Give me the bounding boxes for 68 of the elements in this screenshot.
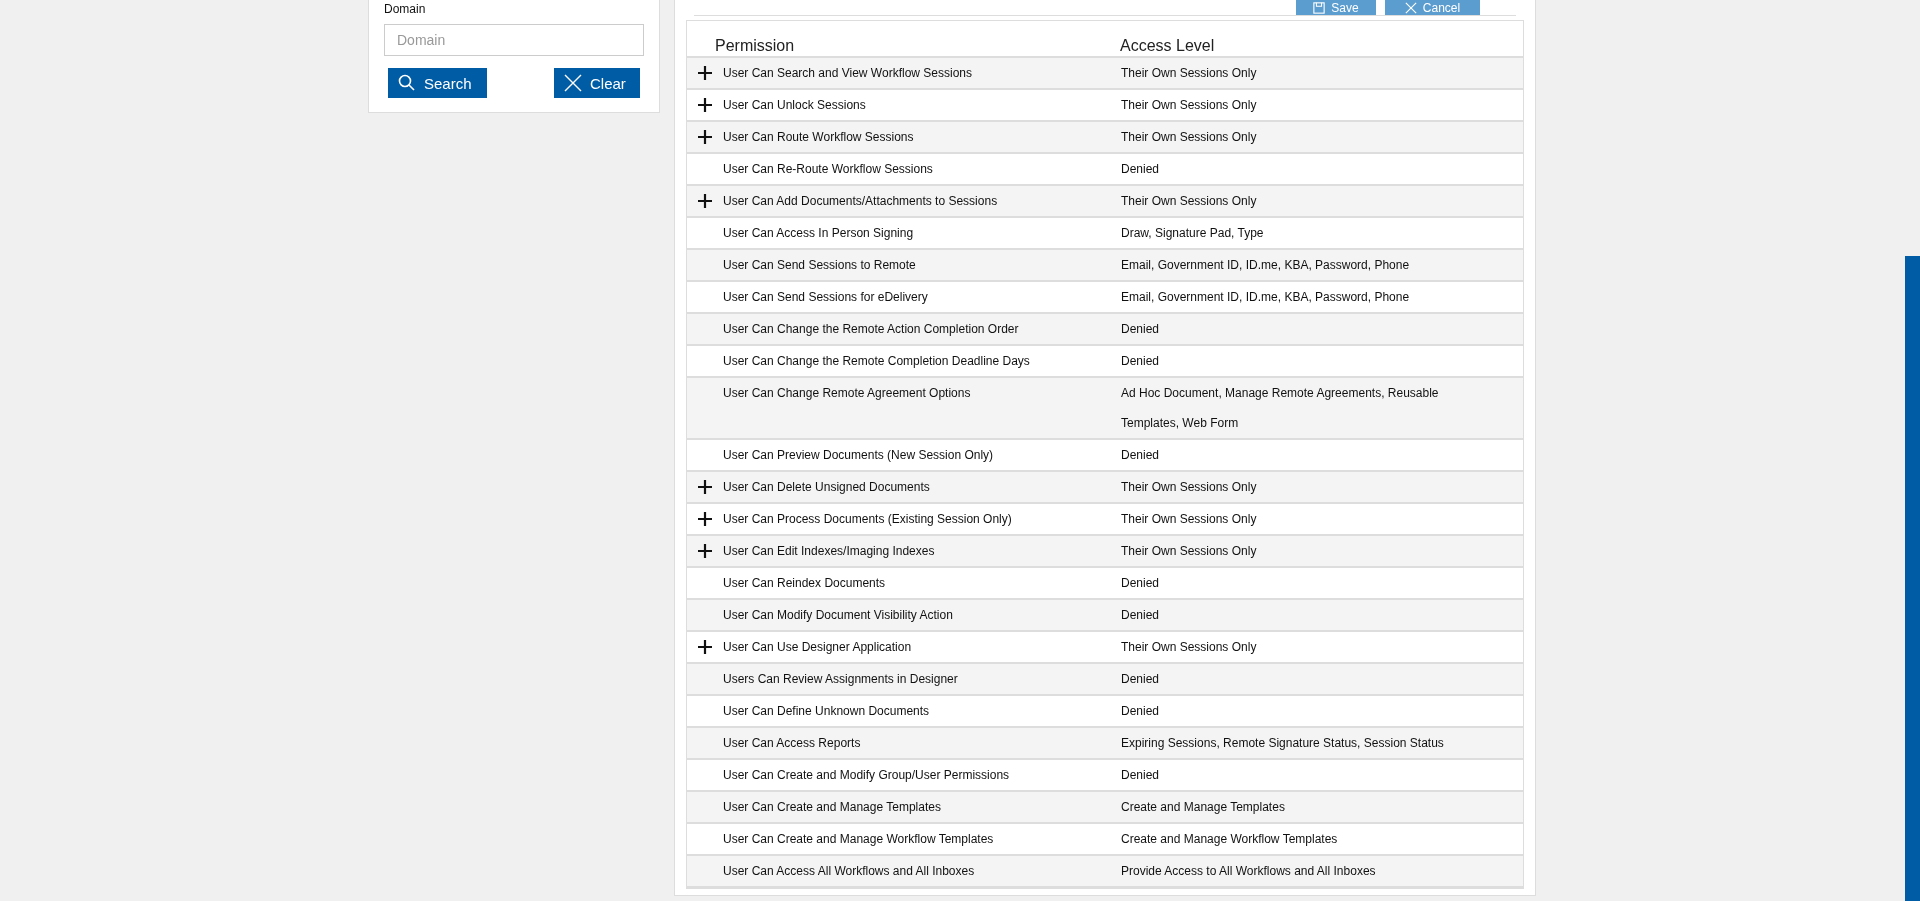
- permission-cell-text: User Can Preview Documents (New Session Only): [723, 447, 995, 464]
- access-cell-text: Denied: [1121, 447, 1161, 464]
- permission-cell-text: User Can Define Unknown Documents: [723, 703, 931, 720]
- domain-field[interactable]: Domain: [384, 24, 644, 56]
- search-icon: [398, 74, 416, 92]
- access-cell-text: Create and Manage Workflow Templates: [1121, 831, 1339, 848]
- access-cell-text: Their Own Sessions Only: [1121, 639, 1258, 656]
- permission-cell-text: User Can Route Workflow Sessions: [723, 129, 915, 146]
- plus-icon[interactable]: [698, 98, 712, 112]
- plus-icon[interactable]: [698, 130, 712, 144]
- permission-cell-text: User Can Use Designer Application: [723, 639, 913, 656]
- access-cell-text: Email, Government ID, ID.me, KBA, Password, Phone: [1121, 289, 1411, 306]
- permission-cell-text: User Can Re-Route Workflow Sessions: [723, 161, 934, 178]
- access-cell-text: Their Own Sessions Only: [1121, 511, 1258, 528]
- column-header: Permission: [715, 37, 796, 55]
- permission-cell-text: User Can Process Documents (Existing Session Only): [723, 511, 1013, 528]
- access-cell-text: Ad Hoc Document, Manage Remote Agreements, Reusable Templates, Web Form: [1121, 385, 1440, 432]
- permission-cell-text: User Can Access Reports: [723, 735, 862, 752]
- access-cell-text: Denied: [1121, 703, 1161, 720]
- access-cell-text: Their Own Sessions Only: [1121, 479, 1258, 496]
- clear-button[interactable]: Clear: [554, 68, 640, 98]
- permission-cell-text: User Can Send Sessions for eDelivery: [723, 289, 929, 306]
- permission-cell-text: User Can Access All Workflows and All Inboxes: [723, 863, 976, 880]
- access-cell-text: Email, Government ID, ID.me, KBA, Password, Phone: [1121, 257, 1411, 274]
- access-cell-text: Their Own Sessions Only: [1121, 543, 1258, 560]
- access-cell-text: Denied: [1121, 767, 1161, 784]
- permission-cell-text: User Can Change the Remote Completion Deadline Days: [723, 353, 1031, 370]
- access-cell-text: Their Own Sessions Only: [1121, 65, 1258, 82]
- domain-label: Domain: [384, 2, 427, 16]
- plus-icon[interactable]: [698, 640, 712, 654]
- close-icon: [564, 74, 582, 92]
- access-cell-text: Expiring Sessions, Remote Signature Status, Session Status: [1121, 735, 1445, 752]
- access-cell-text: Denied: [1121, 321, 1161, 338]
- plus-icon[interactable]: [698, 480, 712, 494]
- permission-cell-text: Users Can Review Assignments in Designer: [723, 671, 959, 688]
- access-cell-text: Denied: [1121, 353, 1161, 370]
- permission-cell-text: User Can Search and View Workflow Sessions: [723, 65, 973, 82]
- permission-cell-text: User Can Change Remote Agreement Options: [723, 385, 972, 402]
- search-button[interactable]: Search: [388, 68, 487, 98]
- plus-icon[interactable]: [698, 544, 712, 558]
- column-header: Access Level: [1120, 37, 1215, 55]
- access-cell-text: Their Own Sessions Only: [1121, 129, 1258, 146]
- permission-cell-text: User Can Change the Remote Action Completion Order: [723, 321, 1020, 338]
- access-cell-text: Provide Access to All Workflows and All Inboxes: [1121, 863, 1377, 880]
- access-cell-text: Their Own Sessions Only: [1121, 97, 1258, 114]
- permission-cell-text: User Can Edit Indexes/Imaging Indexes: [723, 543, 936, 560]
- permission-cell-text: User Can Reindex Documents: [723, 575, 887, 592]
- permission-cell-text: User Can Delete Unsigned Documents: [723, 479, 931, 496]
- access-cell-text: Denied: [1121, 671, 1161, 688]
- access-cell-text: Denied: [1121, 607, 1161, 624]
- save-icon: [1313, 1, 1326, 14]
- plus-icon[interactable]: [698, 512, 712, 526]
- access-cell-text: Draw, Signature Pad, Type: [1121, 225, 1265, 242]
- plus-icon[interactable]: [698, 194, 712, 208]
- permission-cell-text: User Can Create and Manage Workflow Templates: [723, 831, 995, 848]
- close-icon: [1404, 1, 1417, 14]
- permission-cell-text: User Can Add Documents/Attachments to Sessions: [723, 193, 999, 210]
- permission-cell-text: User Can Modify Document Visibility Action: [723, 607, 954, 624]
- permission-cell-text: User Can Unlock Sessions: [723, 97, 867, 114]
- permission-cell-text: User Can Send Sessions to Remote: [723, 257, 917, 274]
- permission-cell-text: User Can Create and Modify Group/User Permissions: [723, 767, 1011, 784]
- access-cell-text: Denied: [1121, 575, 1161, 592]
- permission-cell-text: User Can Access In Person Signing: [723, 225, 915, 242]
- access-cell-text: Their Own Sessions Only: [1121, 193, 1258, 210]
- access-cell-text: Denied: [1121, 161, 1161, 178]
- plus-icon[interactable]: [698, 66, 712, 80]
- access-cell-text: Create and Manage Templates: [1121, 799, 1286, 816]
- permission-cell-text: User Can Create and Manage Templates: [723, 799, 942, 816]
